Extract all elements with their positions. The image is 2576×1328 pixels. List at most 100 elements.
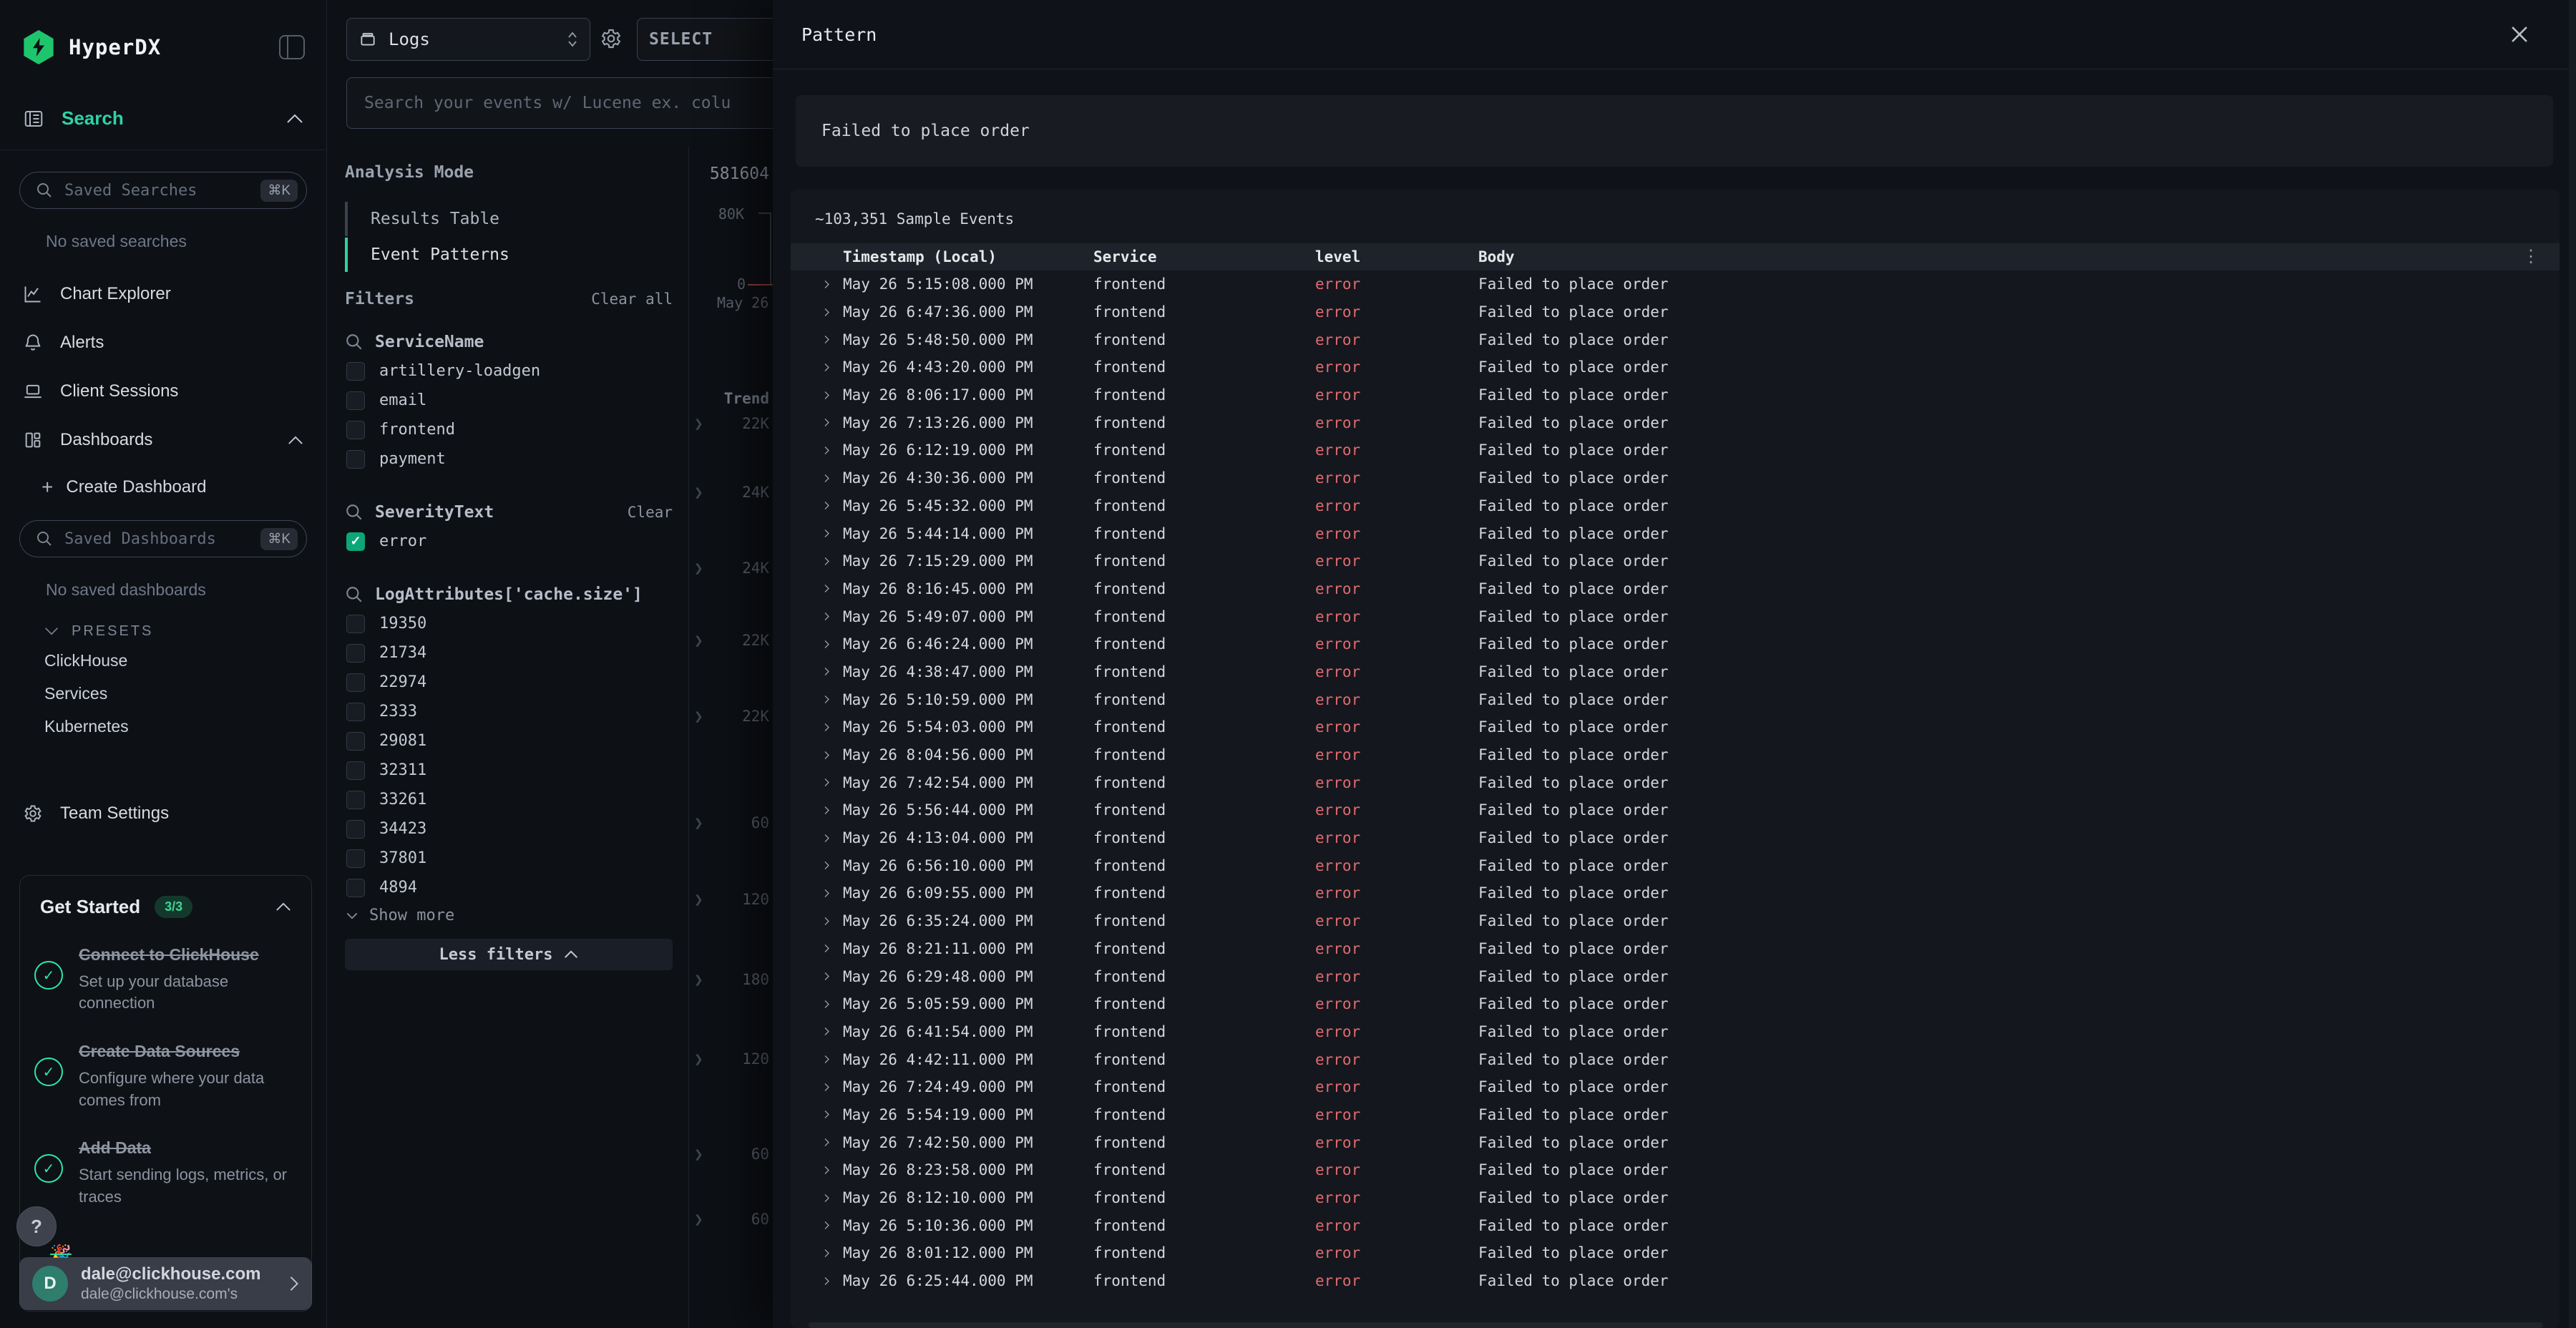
- row-expand-cell[interactable]: [791, 750, 843, 761]
- sidebar-item-alerts[interactable]: Alerts: [0, 320, 326, 366]
- checkbox-icon[interactable]: [346, 732, 365, 751]
- table-row[interactable]: May 26 8:23:58.000 PMfrontenderrorFailed…: [791, 1156, 2560, 1184]
- vertical-scrollbar[interactable]: [2569, 0, 2576, 1328]
- table-row[interactable]: May 26 5:48:50.000 PMfrontenderrorFailed…: [791, 326, 2560, 353]
- row-expand-cell[interactable]: [791, 1054, 843, 1065]
- close-icon[interactable]: [2507, 22, 2532, 47]
- table-row[interactable]: May 26 8:21:11.000 PMfrontenderrorFailed…: [791, 935, 2560, 963]
- saved-dashboards-field[interactable]: [64, 530, 249, 548]
- table-row[interactable]: May 26 6:56:10.000 PMfrontenderrorFailed…: [791, 851, 2560, 879]
- pattern-row-peek[interactable]: ❯24K: [694, 560, 769, 577]
- get-started-item[interactable]: ✓ Add Data Start sending logs, metrics, …: [20, 1111, 311, 1208]
- checkbox-icon[interactable]: [346, 362, 365, 381]
- filter-option[interactable]: 22974: [345, 668, 673, 697]
- filter-option[interactable]: 4894: [345, 873, 673, 902]
- table-row[interactable]: May 26 5:54:19.000 PMfrontenderrorFailed…: [791, 1101, 2560, 1129]
- table-row[interactable]: May 26 5:10:59.000 PMfrontenderrorFailed…: [791, 685, 2560, 713]
- filter-option[interactable]: 29081: [345, 726, 673, 756]
- search-icon[interactable]: [345, 503, 364, 522]
- source-select[interactable]: Logs: [346, 18, 590, 61]
- row-expand-cell[interactable]: [791, 307, 843, 318]
- table-row[interactable]: May 26 6:41:54.000 PMfrontenderrorFailed…: [791, 1018, 2560, 1046]
- pattern-row-peek[interactable]: ❯22K: [694, 708, 769, 725]
- table-row[interactable]: May 26 7:24:49.000 PMfrontenderrorFailed…: [791, 1073, 2560, 1101]
- table-row[interactable]: May 26 7:42:50.000 PMfrontenderrorFailed…: [791, 1128, 2560, 1156]
- pattern-row-peek[interactable]: ❯60: [694, 1146, 769, 1163]
- filter-option[interactable]: 21734: [345, 638, 673, 668]
- row-expand-cell[interactable]: [791, 722, 843, 733]
- col-timestamp[interactable]: Timestamp (Local): [843, 248, 1070, 265]
- row-expand-cell[interactable]: [791, 390, 843, 401]
- table-row[interactable]: May 26 5:05:59.000 PMfrontenderrorFailed…: [791, 990, 2560, 1018]
- row-expand-cell[interactable]: [791, 279, 843, 290]
- sidebar-item-client-sessions[interactable]: Client Sessions: [0, 368, 326, 414]
- table-row[interactable]: May 26 7:15:29.000 PMfrontenderrorFailed…: [791, 547, 2560, 575]
- checkbox-icon[interactable]: [346, 673, 365, 692]
- table-row[interactable]: May 26 8:16:45.000 PMfrontenderrorFailed…: [791, 575, 2560, 603]
- row-expand-cell[interactable]: [791, 943, 843, 954]
- filter-option[interactable]: payment: [345, 444, 673, 474]
- row-expand-cell[interactable]: [791, 1276, 843, 1286]
- filter-option[interactable]: ✓error: [345, 527, 673, 556]
- filter-option[interactable]: 33261: [345, 785, 673, 814]
- pattern-row-peek[interactable]: ❯120: [694, 891, 769, 908]
- table-row[interactable]: May 26 4:38:47.000 PMfrontenderrorFailed…: [791, 658, 2560, 686]
- saved-dashboards-input[interactable]: ⌘K: [19, 520, 307, 557]
- filter-option[interactable]: email: [345, 386, 673, 415]
- table-row[interactable]: May 26 5:49:07.000 PMfrontenderrorFailed…: [791, 602, 2560, 630]
- table-row[interactable]: May 26 6:47:36.000 PMfrontenderrorFailed…: [791, 298, 2560, 326]
- horizontal-scrollbar[interactable]: [809, 1322, 2543, 1328]
- row-expand-cell[interactable]: [791, 888, 843, 899]
- row-expand-cell[interactable]: [791, 1082, 843, 1093]
- checkbox-icon[interactable]: [346, 820, 365, 839]
- row-expand-cell[interactable]: [791, 417, 843, 428]
- get-started-item[interactable]: ✓ Connect to ClickHouse Set up your data…: [20, 918, 311, 1015]
- table-row[interactable]: May 26 7:13:26.000 PMfrontenderrorFailed…: [791, 409, 2560, 436]
- preset-item-clickhouse[interactable]: ClickHouse: [44, 644, 326, 677]
- row-expand-cell[interactable]: [791, 1137, 843, 1148]
- row-expand-cell[interactable]: [791, 556, 843, 567]
- table-row[interactable]: May 26 8:06:17.000 PMfrontenderrorFailed…: [791, 381, 2560, 409]
- row-expand-cell[interactable]: [791, 1026, 843, 1037]
- table-row[interactable]: May 26 6:25:44.000 PMfrontenderrorFailed…: [791, 1267, 2560, 1295]
- table-row[interactable]: May 26 5:45:32.000 PMfrontenderrorFailed…: [791, 492, 2560, 520]
- row-expand-cell[interactable]: [791, 916, 843, 927]
- pattern-row-peek[interactable]: ❯22K: [694, 415, 769, 432]
- row-expand-cell[interactable]: [791, 334, 843, 345]
- row-expand-cell[interactable]: [791, 860, 843, 871]
- filter-option[interactable]: 34423: [345, 814, 673, 844]
- clear-all-button[interactable]: Clear all: [591, 290, 673, 308]
- filter-option[interactable]: 37801: [345, 844, 673, 873]
- filter-option[interactable]: artillery-loadgen: [345, 356, 673, 386]
- checkbox-icon[interactable]: [346, 761, 365, 780]
- show-more-button[interactable]: Show more: [345, 902, 673, 928]
- row-expand-cell[interactable]: [791, 445, 843, 456]
- row-expand-cell[interactable]: [791, 362, 843, 373]
- row-expand-cell[interactable]: [791, 1109, 843, 1120]
- table-row[interactable]: May 26 4:30:36.000 PMfrontenderrorFailed…: [791, 464, 2560, 492]
- col-service[interactable]: Service: [1070, 248, 1297, 265]
- table-row[interactable]: May 26 4:43:20.000 PMfrontenderrorFailed…: [791, 353, 2560, 381]
- table-row[interactable]: May 26 6:46:24.000 PMfrontenderrorFailed…: [791, 630, 2560, 658]
- row-expand-cell[interactable]: [791, 1165, 843, 1176]
- checkbox-icon[interactable]: [346, 879, 365, 897]
- sidebar-item-dashboards[interactable]: Dashboards: [0, 417, 326, 463]
- table-row[interactable]: May 26 4:42:11.000 PMfrontenderrorFailed…: [791, 1045, 2560, 1073]
- saved-searches-field[interactable]: [64, 182, 249, 200]
- sidebar-collapse-icon[interactable]: [279, 35, 305, 59]
- preset-item-kubernetes[interactable]: Kubernetes: [44, 710, 326, 743]
- checkbox-icon[interactable]: [346, 450, 365, 469]
- table-row[interactable]: May 26 6:09:55.000 PMfrontenderrorFailed…: [791, 879, 2560, 907]
- row-expand-cell[interactable]: [791, 694, 843, 705]
- table-row[interactable]: May 26 5:10:36.000 PMfrontenderrorFailed…: [791, 1211, 2560, 1239]
- table-row[interactable]: May 26 8:04:56.000 PMfrontenderrorFailed…: [791, 741, 2560, 769]
- table-row[interactable]: May 26 6:29:48.000 PMfrontenderrorFailed…: [791, 962, 2560, 990]
- row-expand-cell[interactable]: [791, 528, 843, 539]
- get-started-item[interactable]: ✓ Create Data Sources Configure where yo…: [20, 1015, 311, 1111]
- get-started-header[interactable]: Get Started 3/3: [20, 876, 311, 918]
- table-row[interactable]: May 26 4:13:04.000 PMfrontenderrorFailed…: [791, 824, 2560, 852]
- create-dashboard-button[interactable]: + Create Dashboard: [42, 472, 326, 503]
- row-expand-cell[interactable]: [791, 639, 843, 650]
- table-row[interactable]: May 26 5:44:14.000 PMfrontenderrorFailed…: [791, 519, 2560, 547]
- table-options-icon[interactable]: ⋮: [2522, 253, 2540, 260]
